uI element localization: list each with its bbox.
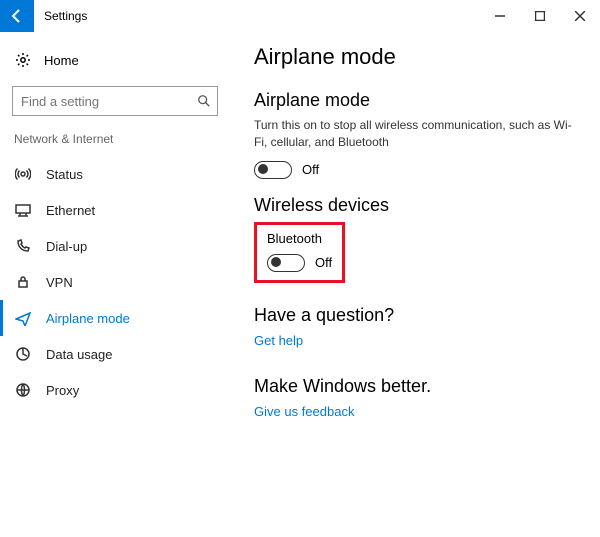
question-heading: Have a question? (254, 305, 576, 326)
wireless-devices-heading: Wireless devices (254, 195, 576, 216)
data-usage-icon (14, 346, 32, 362)
feedback-link[interactable]: Give us feedback (254, 404, 354, 419)
search-box[interactable] (12, 86, 218, 116)
app-title: Settings (44, 9, 480, 23)
content-area: Airplane mode Airplane mode Turn this on… (230, 32, 600, 537)
airplane-mode-toggle-row: Off (254, 161, 576, 179)
bluetooth-toggle[interactable] (267, 254, 305, 272)
bluetooth-label: Bluetooth (267, 231, 332, 246)
ethernet-icon (14, 202, 32, 218)
sidebar-item-dialup[interactable]: Dial-up (0, 228, 230, 264)
airplane-icon (14, 310, 32, 326)
sidebar-item-label: Data usage (46, 347, 113, 362)
sidebar-item-data-usage[interactable]: Data usage (0, 336, 230, 372)
sidebar-item-label: Airplane mode (46, 311, 130, 326)
search-icon (197, 93, 211, 109)
titlebar: Settings (0, 0, 600, 32)
close-button[interactable] (560, 0, 600, 32)
airplane-mode-state: Off (302, 162, 319, 177)
proxy-icon (14, 382, 32, 398)
bluetooth-highlight: Bluetooth Off (254, 222, 345, 283)
sidebar-item-label: VPN (46, 275, 73, 290)
gear-icon (14, 52, 32, 68)
maximize-button[interactable] (520, 0, 560, 32)
bluetooth-toggle-row: Off (267, 254, 332, 272)
sidebar-item-label: Status (46, 167, 83, 182)
sidebar-item-status[interactable]: Status (0, 156, 230, 192)
minimize-button[interactable] (480, 0, 520, 32)
feedback-heading: Make Windows better. (254, 376, 576, 397)
search-input[interactable] (21, 94, 197, 109)
category-label: Network & Internet (0, 132, 230, 146)
airplane-mode-toggle[interactable] (254, 161, 292, 179)
bluetooth-state: Off (315, 255, 332, 270)
vpn-icon (14, 274, 32, 290)
home-button[interactable]: Home (0, 44, 230, 76)
airplane-mode-heading: Airplane mode (254, 90, 576, 111)
sidebar-item-vpn[interactable]: VPN (0, 264, 230, 300)
dialup-icon (14, 238, 32, 254)
sidebar: Home Network & Internet Status Ethernet (0, 32, 230, 537)
sidebar-item-proxy[interactable]: Proxy (0, 372, 230, 408)
get-help-link[interactable]: Get help (254, 333, 303, 348)
sidebar-item-ethernet[interactable]: Ethernet (0, 192, 230, 228)
sidebar-item-label: Proxy (46, 383, 79, 398)
sidebar-item-label: Ethernet (46, 203, 95, 218)
sidebar-item-label: Dial-up (46, 239, 87, 254)
airplane-mode-description: Turn this on to stop all wireless commun… (254, 117, 576, 151)
page-title: Airplane mode (254, 44, 576, 70)
status-icon (14, 166, 32, 182)
window-controls (480, 0, 600, 32)
home-label: Home (44, 53, 79, 68)
back-button[interactable] (0, 0, 34, 32)
sidebar-item-airplane-mode[interactable]: Airplane mode (0, 300, 230, 336)
